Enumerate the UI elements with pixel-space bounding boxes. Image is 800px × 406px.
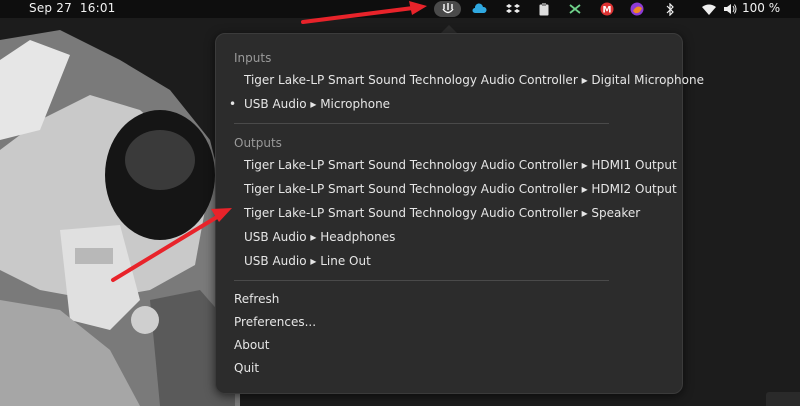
- inputs-section-title: Inputs: [234, 51, 272, 65]
- output-item-label: USB Audio ▸ Headphones: [244, 230, 396, 244]
- bluetooth-icon[interactable]: [664, 1, 676, 17]
- preferences-button[interactable]: Preferences...: [224, 311, 424, 333]
- wifi-icon[interactable]: [701, 1, 717, 17]
- quit-label: Quit: [234, 361, 260, 375]
- dropbox-icon[interactable]: [505, 1, 521, 17]
- input-item[interactable]: • USB Audio ▸ Microphone: [224, 93, 674, 115]
- preferences-label: Preferences...: [234, 315, 317, 329]
- about-label: About: [234, 338, 270, 352]
- output-item-label: Tiger Lake-LP Smart Sound Technology Aud…: [244, 206, 641, 220]
- output-item-label: USB Audio ▸ Line Out: [244, 254, 371, 268]
- svg-text:M: M: [603, 6, 612, 16]
- refresh-button[interactable]: Refresh: [224, 288, 424, 310]
- network-tool-icon[interactable]: [567, 1, 583, 17]
- selected-bullet: •: [229, 97, 237, 111]
- clipboard-icon[interactable]: [537, 1, 551, 17]
- battery-indicator[interactable]: 100 %: [742, 1, 780, 15]
- input-item-label: Tiger Lake-LP Smart Sound Technology Aud…: [244, 73, 704, 87]
- date-label: Sep 27: [29, 1, 72, 15]
- output-item[interactable]: USB Audio ▸ Headphones: [224, 226, 674, 248]
- clock[interactable]: Sep 27 16:01: [29, 1, 116, 15]
- about-button[interactable]: About: [224, 334, 424, 356]
- corner-widget: [766, 392, 800, 406]
- top-bar: Sep 27 16:01 M 100 %: [0, 0, 800, 18]
- separator: [234, 123, 609, 124]
- separator: [234, 280, 609, 281]
- quit-button[interactable]: Quit: [224, 357, 424, 379]
- cloud-icon[interactable]: [470, 1, 488, 17]
- firefox-icon[interactable]: [629, 1, 645, 17]
- menu-pointer: [441, 25, 457, 33]
- output-item[interactable]: Tiger Lake-LP Smart Sound Technology Aud…: [224, 202, 674, 224]
- outputs-section-title: Outputs: [234, 136, 282, 150]
- output-item-label: Tiger Lake-LP Smart Sound Technology Aud…: [244, 158, 677, 172]
- volume-icon[interactable]: [722, 1, 738, 17]
- time-label: 16:01: [79, 1, 116, 15]
- output-item[interactable]: Tiger Lake-LP Smart Sound Technology Aud…: [224, 178, 677, 200]
- sound-input-output-chooser-icon[interactable]: [434, 1, 461, 17]
- output-item-label: Tiger Lake-LP Smart Sound Technology Aud…: [244, 182, 677, 196]
- output-item[interactable]: USB Audio ▸ Line Out: [224, 250, 674, 272]
- refresh-label: Refresh: [234, 292, 280, 306]
- output-item[interactable]: Tiger Lake-LP Smart Sound Technology Aud…: [224, 154, 677, 176]
- input-item-label: USB Audio ▸ Microphone: [244, 97, 391, 111]
- gmail-icon[interactable]: M: [599, 1, 615, 17]
- sound-chooser-menu: Inputs Tiger Lake-LP Smart Sound Technol…: [215, 33, 704, 394]
- input-item[interactable]: Tiger Lake-LP Smart Sound Technology Aud…: [224, 69, 704, 91]
